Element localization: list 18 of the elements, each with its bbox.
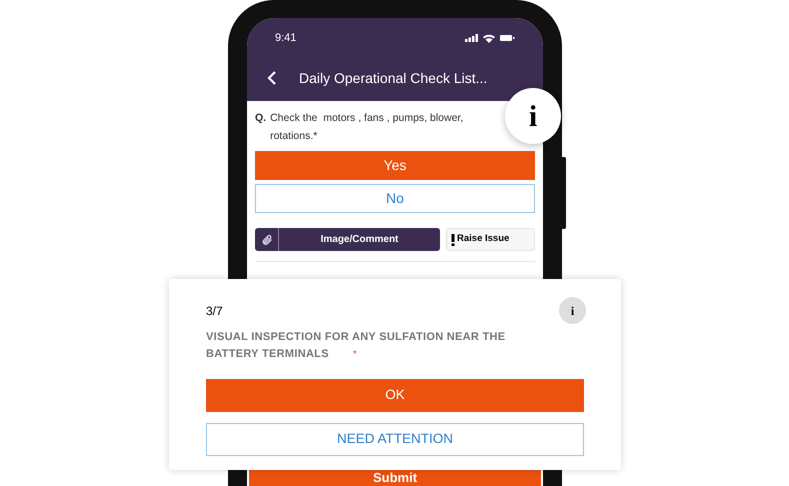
progress-counter: 3/7: [206, 302, 223, 320]
question-text: Check the motors , fans , pumps, blower, rotations.*: [270, 111, 464, 144]
status-icons: [465, 33, 515, 44]
submit-button[interactable]: Submit: [249, 470, 541, 486]
status-time: 9:41: [275, 31, 296, 46]
question-title: VISUAL INSPECTION FOR ANY SULFATION NEAR THE BATTERY TERMINALS *: [206, 330, 506, 362]
option-button[interactable]: OK: [206, 379, 584, 412]
info-button[interactable]: i: [559, 297, 586, 324]
option-button[interactable]: No: [255, 184, 535, 213]
raise-issue-button[interactable]: Raise Issue: [446, 228, 535, 251]
paperclip-icon: [260, 234, 272, 246]
option-button[interactable]: Yes: [255, 151, 535, 180]
back-icon[interactable]: [267, 71, 277, 85]
header-title: Daily Operational Check List...: [299, 68, 488, 88]
option-button[interactable]: NEED ATTENTION: [206, 423, 584, 456]
image-comment-button[interactable]: Image/Comment: [255, 228, 440, 251]
exclamation-icon: [451, 234, 455, 246]
question-prefix: Q.: [255, 111, 266, 126]
